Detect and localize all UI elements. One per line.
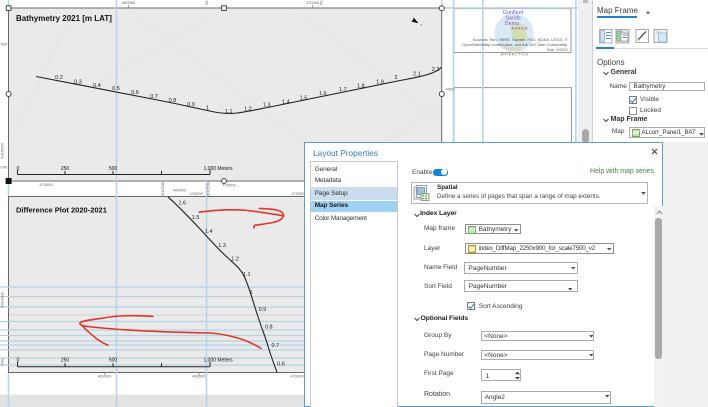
svg-text:Esri, USGS: Esri, USGS: [547, 47, 568, 52]
svg-text:1.5: 1.5: [300, 96, 308, 102]
svg-text:5911: 5911: [319, 0, 324, 5]
svg-text:0.8: 0.8: [169, 98, 177, 104]
svg-text:000: 000: [1, 165, 8, 170]
svg-text:1,000 Meters: 1,000 Meters: [204, 166, 234, 172]
svg-text:470500: 470500: [39, 182, 53, 187]
svg-text:1.6: 1.6: [319, 91, 327, 97]
svg-text:0: 0: [17, 166, 20, 172]
svg-text:AFRICA: AFRICA: [512, 27, 528, 31]
svg-text:1.3: 1.3: [263, 103, 271, 109]
svg-text:1.1: 1.1: [225, 109, 233, 115]
svg-text:0.7: 0.7: [150, 94, 158, 100]
svg-text:2.1: 2.1: [413, 72, 421, 78]
svg-text:0.9: 0.9: [259, 307, 267, 313]
svg-text:250: 250: [61, 166, 70, 172]
svg-text:470000: 470000: [190, 191, 204, 196]
svg-text:0.6: 0.6: [277, 361, 285, 367]
svg-text:0.6: 0.6: [131, 90, 139, 96]
svg-text:250: 250: [61, 358, 70, 364]
svg-text:1.9: 1.9: [376, 80, 384, 86]
svg-text:500: 500: [109, 358, 118, 364]
svg-text:1.4: 1.4: [205, 229, 213, 235]
svg-text:2.2: 2.2: [432, 67, 440, 73]
svg-text:500: 500: [109, 166, 118, 172]
svg-text:1.7: 1.7: [339, 87, 347, 93]
svg-text:5910000: 5910000: [0, 291, 5, 307]
svg-text:0.4: 0.4: [93, 83, 101, 89]
svg-text:Bathymetry 2021 [m LAT]: Bathymetry 2021 [m LAT]: [16, 14, 112, 23]
svg-text:0.7: 0.7: [271, 343, 279, 349]
svg-text:1.8: 1.8: [357, 84, 365, 90]
svg-text:0.2: 0.2: [55, 75, 63, 81]
svg-text:Difference Plot 2020-2021: Difference Plot 2020-2021: [16, 206, 107, 215]
svg-text:0: 0: [17, 358, 20, 364]
svg-text:5910500: 5910500: [160, 181, 165, 197]
svg-text:500: 500: [1, 42, 8, 47]
svg-text:4900: 4900: [446, 87, 456, 92]
svg-text:0.9: 0.9: [187, 102, 195, 108]
svg-text:5910500: 5910500: [206, 181, 211, 197]
svg-text:5910500: 5910500: [0, 142, 5, 158]
svg-text:1.3: 1.3: [218, 243, 226, 249]
svg-text:0.8: 0.8: [265, 324, 273, 330]
svg-text:0.3: 0.3: [74, 79, 82, 85]
svg-text:ANTARCTICA: ANTARCTICA: [500, 53, 528, 57]
svg-text:1,000 Meters: 1,000 Meters: [204, 358, 234, 364]
svg-text:5911: 5911: [204, 0, 209, 5]
svg-text:2: 2: [394, 75, 397, 81]
svg-text:1: 1: [249, 290, 252, 296]
svg-text:1.2: 1.2: [244, 107, 252, 113]
svg-text:000: 000: [0, 358, 5, 365]
svg-text:469000: 469000: [173, 187, 187, 192]
svg-text:1.6: 1.6: [178, 201, 186, 207]
svg-text:0.5: 0.5: [112, 86, 120, 92]
svg-text:1.5: 1.5: [192, 215, 200, 221]
svg-text:470000: 470000: [290, 374, 304, 379]
svg-text:1.2: 1.2: [231, 257, 239, 263]
svg-text:1.4: 1.4: [282, 99, 290, 105]
svg-text:1.1: 1.1: [243, 272, 251, 278]
svg-text:469500: 469500: [122, 0, 136, 5]
svg-text:1: 1: [206, 106, 209, 112]
